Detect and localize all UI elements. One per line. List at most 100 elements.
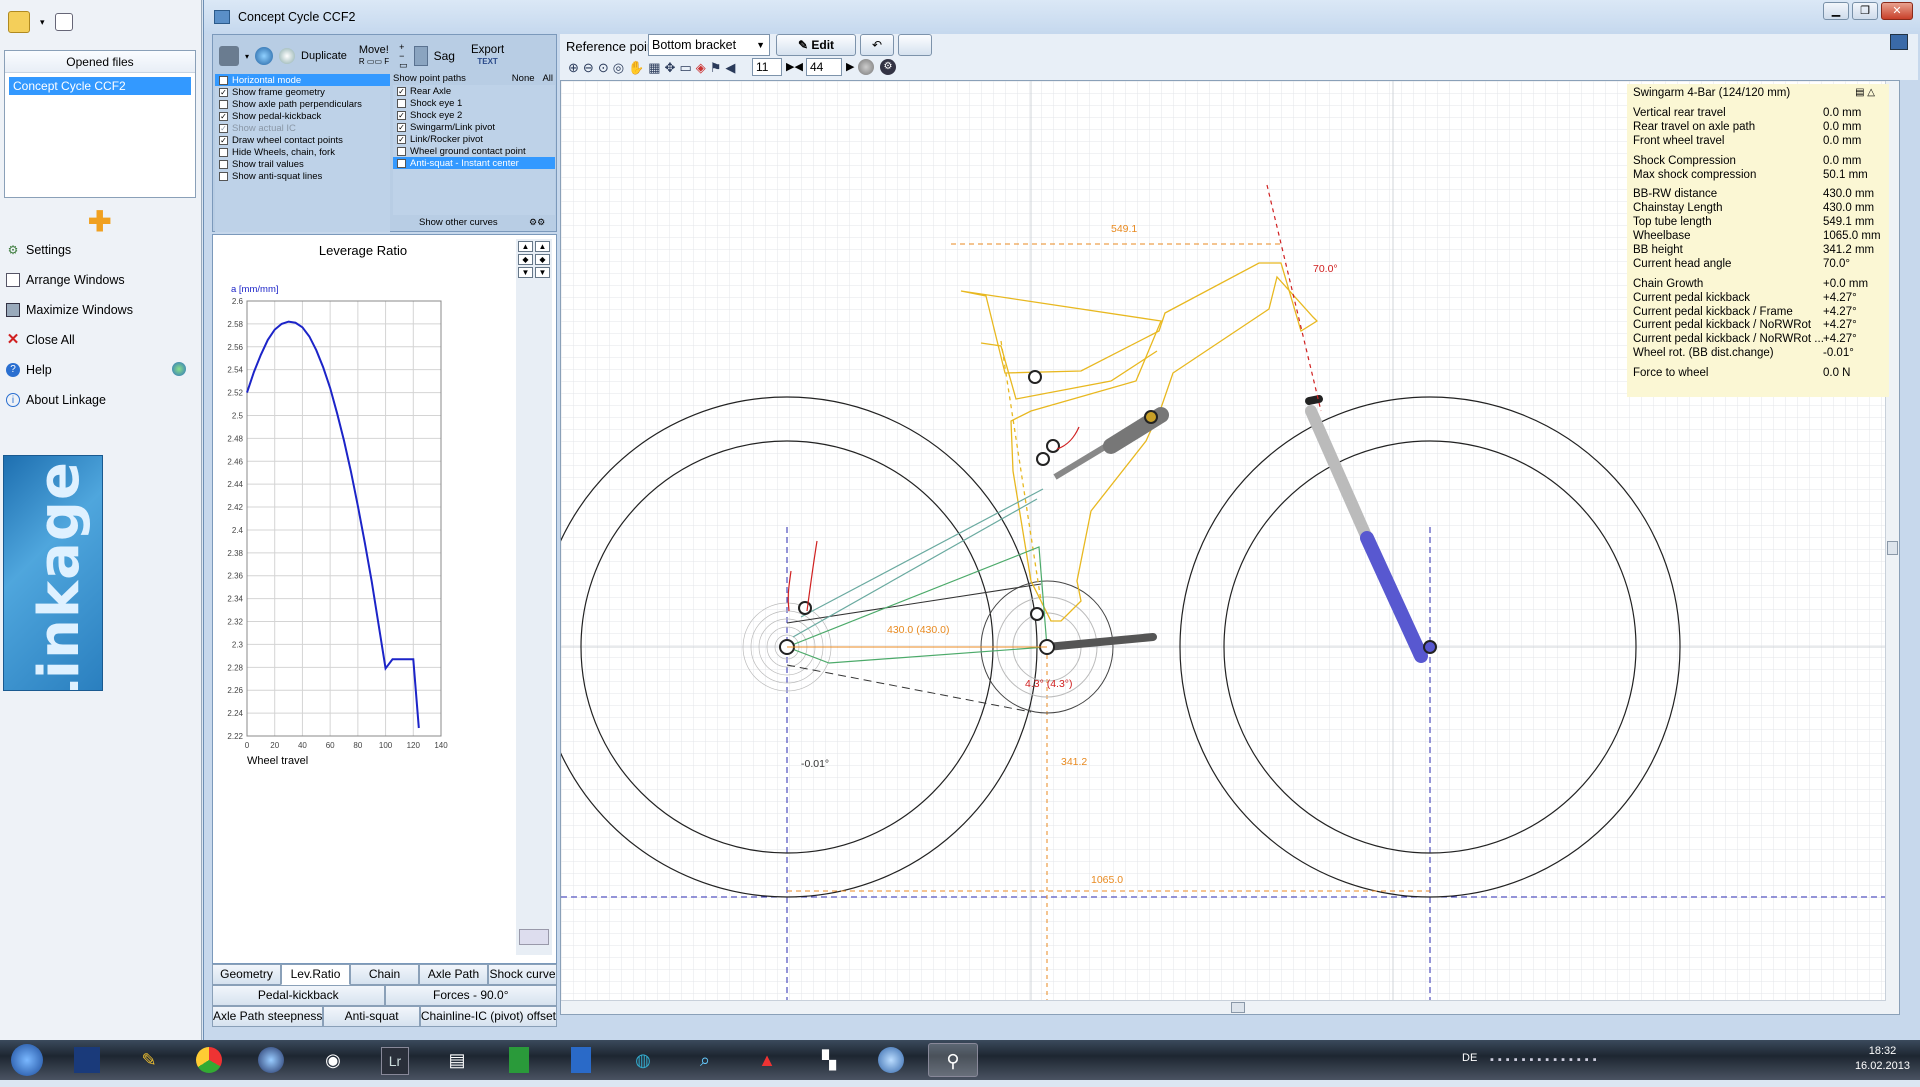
taskbar-lightroom[interactable]: Lr xyxy=(370,1043,420,1077)
pan-up-icon[interactable]: ▲ xyxy=(535,241,550,252)
curve-settings-icon[interactable]: ⚙⚙ xyxy=(529,217,545,228)
checkbox-box[interactable] xyxy=(219,147,228,157)
sag-button[interactable]: Sag xyxy=(434,49,455,63)
point-path-checkbox[interactable]: Anti-squat - Instant center xyxy=(393,157,555,169)
graph-scrollbar[interactable] xyxy=(519,929,549,945)
zoom-up-icon[interactable]: ▲ xyxy=(518,241,533,252)
export-text-button[interactable]: TEXT xyxy=(471,56,504,68)
checkbox-box[interactable]: ✓ xyxy=(397,134,406,144)
checkbox-box[interactable]: ✓ xyxy=(397,110,406,120)
option-checkbox[interactable]: Show anti-squat lines xyxy=(215,170,390,182)
taskbar-search[interactable]: ⌕ xyxy=(680,1043,730,1077)
checkbox-box[interactable]: ✓ xyxy=(397,122,406,132)
pan-fit-icon[interactable]: ◆ xyxy=(535,254,550,265)
checkbox-box[interactable]: ✓ xyxy=(219,135,228,145)
point-path-checkbox[interactable]: ✓ Rear Axle xyxy=(393,85,555,97)
dropdown-arrow-icon[interactable]: ▾ xyxy=(40,17,45,28)
tools-icon[interactable] xyxy=(219,46,239,66)
checkbox-box[interactable]: ✓ xyxy=(219,75,228,85)
opened-file-item[interactable]: Concept Cycle CCF2 xyxy=(9,77,191,95)
tab-chain[interactable]: Chain xyxy=(350,964,419,985)
tab-forces-90-0-[interactable]: Forces - 90.0° xyxy=(384,985,557,1006)
start-button[interactable] xyxy=(2,1043,52,1077)
taskbar-tools[interactable]: ✎ xyxy=(124,1043,174,1077)
move-icon[interactable]: ✥ xyxy=(665,60,676,76)
tab-anti-squat[interactable]: Anti-squat xyxy=(323,1006,420,1027)
open-folder-icon[interactable] xyxy=(8,11,30,33)
front-teeth-select[interactable]: 11 xyxy=(752,58,782,76)
checkbox-box[interactable]: ✓ xyxy=(219,87,228,97)
zoom-in-icon[interactable]: ⊕ xyxy=(568,60,579,76)
checkbox-box[interactable] xyxy=(397,158,406,168)
export-control[interactable]: Export TEXT xyxy=(471,44,504,68)
globe-icon[interactable] xyxy=(255,47,274,65)
duplicate-icon[interactable] xyxy=(279,48,296,64)
taskbar-media[interactable]: ▤ xyxy=(432,1043,482,1077)
panel-toggle-icon[interactable] xyxy=(1890,34,1908,50)
scroll-thumb[interactable] xyxy=(1887,541,1898,555)
teeth-arrows-icon[interactable]: ▶◀ xyxy=(786,60,803,73)
menu-maximize-windows[interactable]: Maximize Windows xyxy=(6,299,133,321)
tab-shock-curve[interactable]: Shock curve xyxy=(488,964,557,985)
undo-button[interactable]: ↶ xyxy=(860,34,894,56)
taskbar-save[interactable] xyxy=(62,1043,112,1077)
globe-icon[interactable] xyxy=(172,362,186,376)
scroll-thumb[interactable] xyxy=(1231,1002,1245,1013)
select-all-button[interactable]: All xyxy=(542,73,553,84)
color-icon[interactable]: ◈ xyxy=(696,60,706,76)
zoom-icon[interactable]: ⊙ xyxy=(598,60,609,76)
taskbar-camera[interactable]: ◉ xyxy=(308,1043,358,1077)
settings-icon[interactable]: ⚙ xyxy=(880,59,896,75)
close-button[interactable]: ✕ xyxy=(1881,2,1913,20)
option-checkbox[interactable]: ✓ Show pedal-kickback xyxy=(215,110,390,122)
chainring-icon[interactable] xyxy=(858,59,874,75)
option-checkbox[interactable]: Show trail values xyxy=(215,158,390,170)
next-icon[interactable]: ▶ xyxy=(846,60,854,73)
taskbar-acrobat[interactable]: ▲ xyxy=(742,1043,792,1077)
collapse-icon[interactable]: ▤ △ xyxy=(1855,86,1875,100)
zoom-out-icon[interactable]: ⊖ xyxy=(583,60,594,76)
taskbar-itunes[interactable] xyxy=(866,1043,916,1077)
option-checkbox[interactable]: ✓ Draw wheel contact points xyxy=(215,134,390,146)
flag-icon[interactable]: ⚑ xyxy=(710,60,722,76)
menu-about[interactable]: i About Linkage xyxy=(6,389,106,411)
taskbar-calc[interactable] xyxy=(494,1043,544,1077)
checkbox-box[interactable] xyxy=(397,146,406,156)
language-indicator[interactable]: DE xyxy=(1462,1052,1477,1064)
taskbar-tiles[interactable]: ▚ xyxy=(804,1043,854,1077)
option-checkbox[interactable]: ✓ Show frame geometry xyxy=(215,86,390,98)
taskbar-chrome[interactable] xyxy=(184,1043,234,1077)
checkbox-box[interactable] xyxy=(219,159,228,169)
menu-close-all[interactable]: ✕ Close All xyxy=(6,329,75,351)
ruler-icon[interactable]: ▭ xyxy=(679,60,691,76)
checkbox-box[interactable]: ✓ xyxy=(219,123,228,133)
tab-pedal-kickback[interactable]: Pedal-kickback xyxy=(212,985,385,1006)
taskbar-writer[interactable] xyxy=(556,1043,606,1077)
menu-settings[interactable]: ⚙ Settings xyxy=(6,239,72,261)
tab-geometry[interactable]: Geometry xyxy=(212,964,281,985)
taskbar-globe[interactable]: ◍ xyxy=(618,1043,668,1077)
tab-chainline-ic-pivot-offset[interactable]: Chainline-IC (pivot) offset xyxy=(419,1006,557,1027)
horizontal-scrollbar[interactable] xyxy=(561,1000,1899,1014)
zoom-fit-icon[interactable]: ◎ xyxy=(613,60,624,76)
minimize-button[interactable]: ▁ xyxy=(1823,2,1849,20)
reference-point-select[interactable]: Bottom bracket ▼ xyxy=(648,34,770,56)
plus-minus-icon[interactable]: + − ▭ xyxy=(399,42,408,70)
checkbox-box[interactable] xyxy=(219,99,228,109)
point-path-checkbox[interactable]: ✓ Link/Rocker pivot xyxy=(393,133,555,145)
menu-help[interactable]: ? Help xyxy=(6,359,52,381)
edit-button[interactable]: ✎ Edit xyxy=(776,34,856,56)
zoom-fit-icon[interactable]: ◆ xyxy=(518,254,533,265)
rear-teeth-select[interactable]: 44 xyxy=(806,58,842,76)
add-icon[interactable]: ✚ xyxy=(88,205,111,238)
checkbox-box[interactable] xyxy=(397,98,406,108)
taskbar-thunderbird[interactable] xyxy=(246,1043,296,1077)
sag-icon[interactable] xyxy=(413,46,428,66)
grid-icon[interactable]: ▦ xyxy=(648,60,660,76)
show-other-curves-button[interactable]: Show other curves xyxy=(419,217,498,228)
zoom-down-icon[interactable]: ▼ xyxy=(518,267,533,278)
duplicate-button[interactable]: Duplicate xyxy=(301,50,347,62)
tray-icons[interactable]: ▪▪▪▪▪▪▪▪▪▪▪▪▪▪ xyxy=(1490,1054,1601,1066)
option-checkbox[interactable]: ✓ Horizontal mode xyxy=(215,74,390,86)
pan-down-icon[interactable]: ▼ xyxy=(535,267,550,278)
